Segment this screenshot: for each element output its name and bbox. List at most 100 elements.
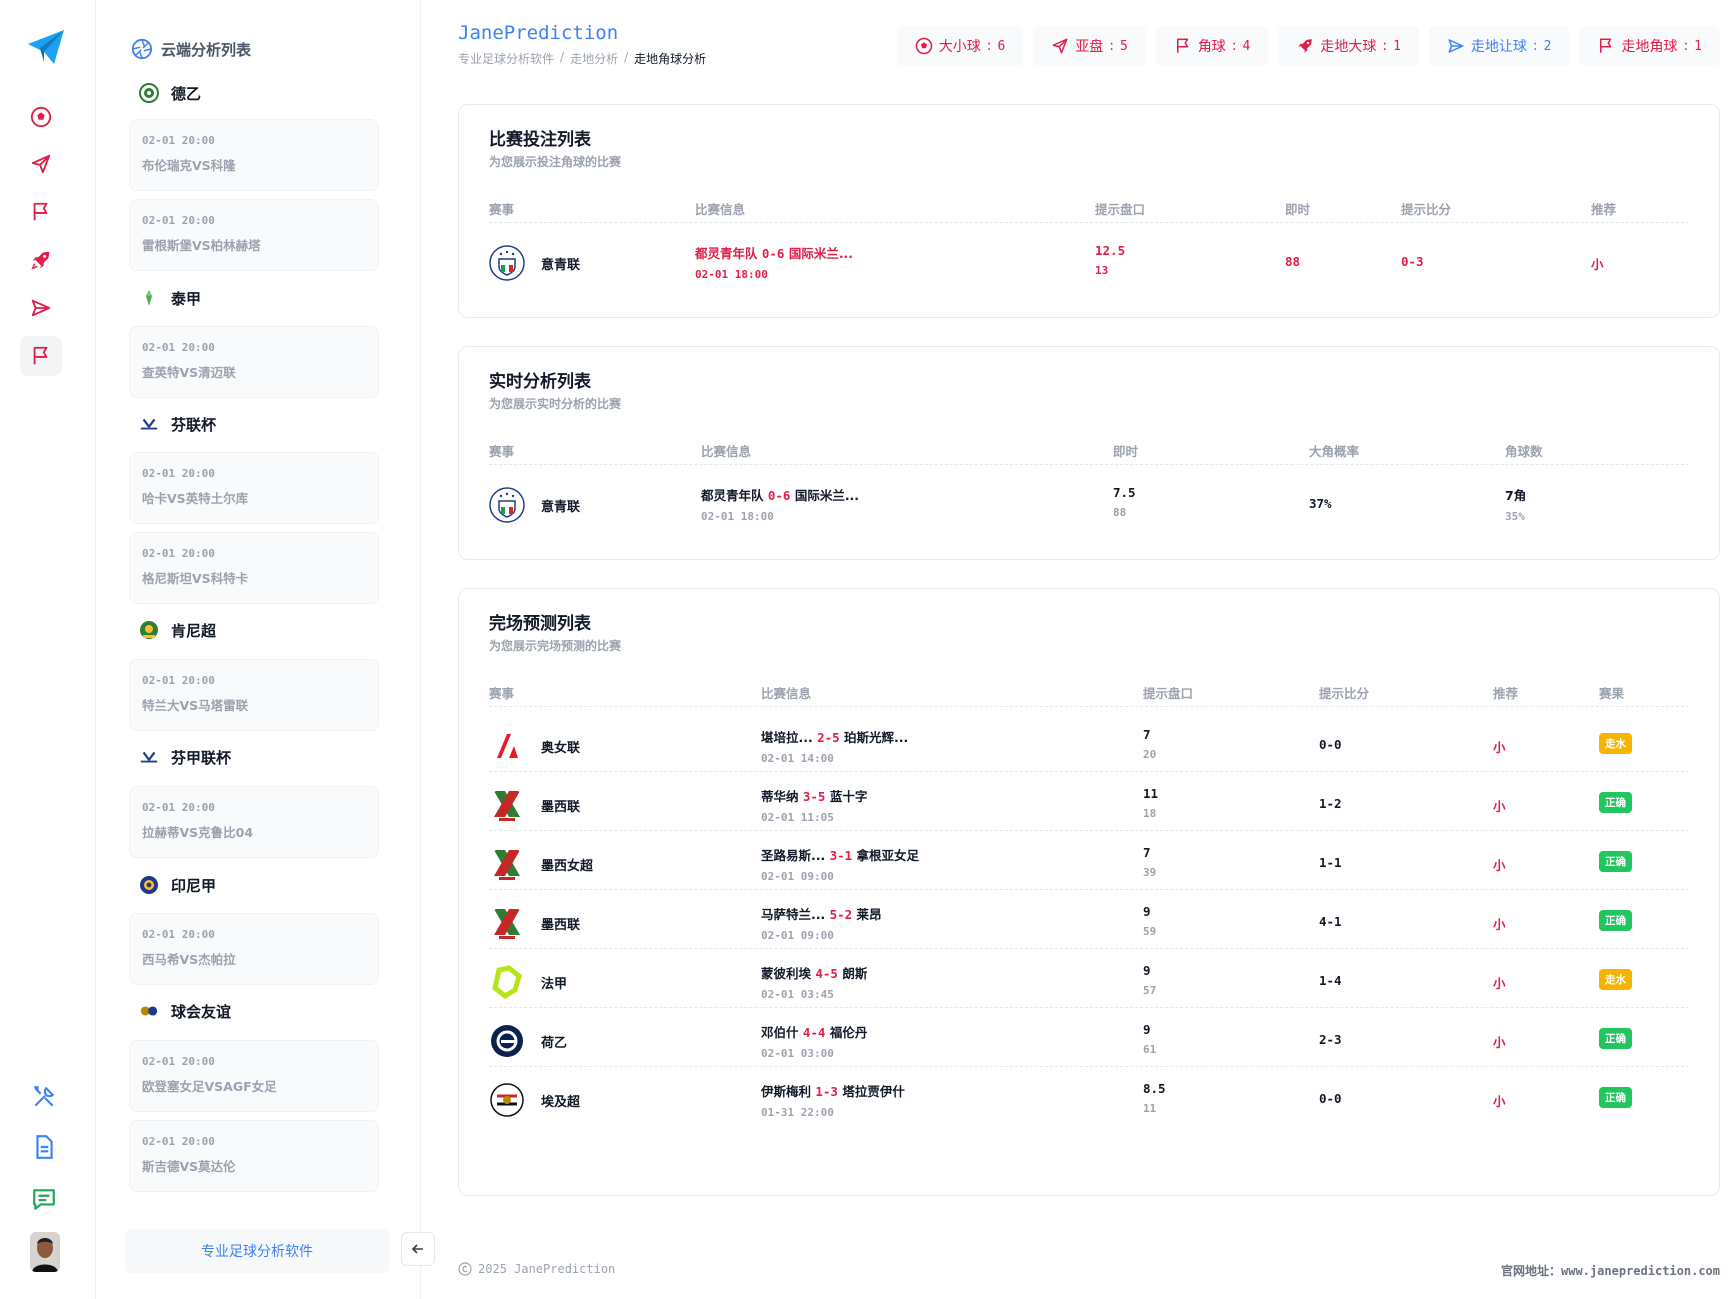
tip-score: 4-1 bbox=[1319, 914, 1342, 929]
card-subtitle: 为您展示投注角球的比赛 bbox=[489, 155, 622, 169]
match-info: 都灵青年队 0-6 国际米兰... 02-01 18:00 bbox=[701, 485, 859, 523]
league-item[interactable]: 泰甲 bbox=[139, 285, 201, 311]
breadcrumb-item[interactable]: 专业足球分析软件 bbox=[458, 50, 554, 67]
nav-asian-handicap[interactable] bbox=[20, 144, 62, 184]
away-team: 蓝十字 bbox=[829, 789, 868, 804]
league-item[interactable]: 肯尼超 bbox=[139, 617, 216, 643]
stat-pill-corners[interactable]: 角球:4 bbox=[1155, 26, 1269, 66]
home-team: 蒙彼利埃 bbox=[761, 966, 812, 981]
stat-pill-asian-handicap[interactable]: 亚盘:5 bbox=[1033, 26, 1146, 66]
tip-line: 9 61 bbox=[1143, 1022, 1156, 1056]
nav-soccer[interactable] bbox=[20, 97, 62, 137]
col-header: 比赛信息 bbox=[701, 444, 752, 459]
tip-score: 1-4 bbox=[1319, 973, 1342, 988]
table-row[interactable]: 墨西联 马萨特兰... 5-2 莱昂 02-01 09:00 9 59 4-1 … bbox=[489, 890, 1689, 949]
col-header: 提示比分 bbox=[1319, 686, 1370, 701]
ligue1-logo-icon bbox=[489, 964, 525, 1000]
live-value: 88 bbox=[1285, 254, 1301, 269]
match-teams: 查英特VS清迈联 bbox=[142, 365, 236, 380]
league-item[interactable]: 德乙 bbox=[139, 80, 201, 106]
table-row[interactable]: 意青联 都灵青年队 0-6 国际米兰... 02-01 18:00 12.5 1… bbox=[489, 229, 1689, 295]
line-sub: 57 bbox=[1143, 984, 1157, 997]
match-card[interactable]: 02-01 20:00 布伦瑞克VS科隆 bbox=[129, 119, 379, 191]
stat-label: 亚盘 bbox=[1075, 39, 1104, 55]
col-header: 即时 bbox=[1285, 202, 1311, 217]
line-sub: 59 bbox=[1143, 925, 1157, 938]
stat-pill-live-over[interactable]: 走地大球:1 bbox=[1278, 26, 1419, 66]
home-team: 都灵青年队 bbox=[695, 246, 758, 261]
league-item[interactable]: 芬联杯 bbox=[139, 411, 216, 437]
avatar[interactable] bbox=[30, 1232, 60, 1272]
recommendation: 小 bbox=[1493, 1035, 1506, 1050]
match-card[interactable]: 02-01 20:00 西马希VS杰帕拉 bbox=[129, 913, 379, 985]
league-item[interactable]: 印尼甲 bbox=[139, 872, 216, 898]
finnish-cup-logo-icon bbox=[139, 414, 159, 434]
liga-mx-femenil-logo-icon bbox=[489, 846, 525, 882]
match-card[interactable]: 02-01 20:00 哈卡VS英特土尔库 bbox=[129, 452, 379, 524]
league-sidebar: 云端分析列表 德乙 02-01 20:00 布伦瑞克VS科隆 02-01 20:… bbox=[97, 0, 435, 1299]
result-badge: 走水 bbox=[1599, 733, 1632, 754]
sidebar-footer-button[interactable]: 专业足球分析软件 bbox=[125, 1229, 389, 1273]
match-time: 02-01 03:45 bbox=[761, 988, 834, 1001]
stat-pill-live-handicap[interactable]: 走地让球:2 bbox=[1428, 26, 1570, 66]
match-teams: 布伦瑞克VS科隆 bbox=[142, 158, 236, 173]
match-card[interactable]: 02-01 20:00 欧登塞女足VSAGF女足 bbox=[129, 1040, 379, 1112]
site-url[interactable]: www.janeprediction.com bbox=[1561, 1264, 1720, 1278]
table-row[interactable]: 墨西女超 圣路易斯... 3-1 拿根亚女足 02-01 09:00 7 39 … bbox=[489, 831, 1689, 890]
brand-title[interactable]: JanePrediction bbox=[458, 22, 618, 44]
nav-live-handicap[interactable] bbox=[20, 288, 62, 328]
match-time: 02-01 20:00 bbox=[142, 674, 215, 687]
flag-icon bbox=[33, 202, 48, 221]
match-card[interactable]: 02-01 20:00 斯吉德VS莫达伦 bbox=[129, 1120, 379, 1192]
league-item[interactable]: 球会友谊 bbox=[139, 998, 231, 1024]
league-item[interactable]: 芬甲联杯 bbox=[139, 744, 231, 770]
recommendation: 小 bbox=[1493, 740, 1506, 755]
match-card[interactable]: 02-01 20:00 查英特VS清迈联 bbox=[129, 326, 379, 398]
tip-line: 7 20 bbox=[1143, 727, 1156, 761]
nav-live-corners[interactable] bbox=[20, 336, 62, 376]
full-list-card: 完场预测列表 为您展示完场预测的比赛 赛事 比赛信息 提示盘口 提示比分 推荐 … bbox=[458, 588, 1720, 1196]
breadcrumb-item[interactable]: 走地分析 bbox=[570, 50, 618, 67]
nav-live-over[interactable] bbox=[20, 240, 62, 280]
stat-count: 1 bbox=[1694, 38, 1702, 54]
document-icon[interactable] bbox=[31, 1134, 57, 1160]
away-team: 国际米兰... bbox=[794, 488, 860, 503]
table-row[interactable]: 荷乙 邓伯什 4-4 福伦丹 02-01 03:00 9 61 2-3 小 正确 bbox=[489, 1008, 1689, 1067]
table-row[interactable]: 埃及超 伊斯梅利 1-3 塔拉贾伊什 01-31 22:00 8.5 11 0-… bbox=[489, 1067, 1689, 1126]
match-time: 02-01 20:00 bbox=[142, 214, 215, 227]
stat-pill-over-under[interactable]: 大小球:6 bbox=[896, 26, 1024, 66]
away-team: 国际米兰... bbox=[788, 246, 854, 261]
thai-league-logo-icon bbox=[139, 288, 159, 308]
table-row[interactable]: 意青联 都灵青年队 0-6 国际米兰... 02-01 18:00 7.5 88… bbox=[489, 471, 1689, 537]
col-header: 推荐 bbox=[1493, 686, 1519, 701]
message-icon[interactable] bbox=[31, 1186, 57, 1212]
table-row[interactable]: 墨西联 蒂华纳 3-5 蓝十字 02-01 11:05 11 18 1-2 小 … bbox=[489, 772, 1689, 831]
card-title: 比赛投注列表 bbox=[489, 130, 591, 150]
match-card[interactable]: 02-01 20:00 拉赫蒂VS克鲁比04 bbox=[129, 786, 379, 858]
stat-count: 2 bbox=[1543, 38, 1552, 54]
eerste-divisie-logo-icon bbox=[489, 1023, 525, 1059]
table-row[interactable]: 法甲 蒙彼利埃 4-5 朗斯 02-01 03:45 9 57 1-4 小 走水 bbox=[489, 949, 1689, 1008]
live-value: 7.5 bbox=[1113, 485, 1136, 500]
table-row[interactable]: 奥女联 堪培拉... 2-5 珀斯光辉... 02-01 14:00 7 20 … bbox=[489, 713, 1689, 772]
match-card[interactable]: 02-01 20:00 特兰大VS马塔雷联 bbox=[129, 659, 379, 731]
score: 3-5 bbox=[802, 789, 826, 804]
main-content: JanePrediction 专业足球分析软件 / 走地分析 / 走地角球分析 大小… bbox=[458, 0, 1720, 1299]
collapse-sidebar-button[interactable] bbox=[401, 1232, 435, 1266]
league-name: 泰甲 bbox=[171, 289, 202, 308]
match-card[interactable]: 02-01 20:00 格尼斯坦VS科特卡 bbox=[129, 532, 379, 604]
score: 3-1 bbox=[829, 848, 853, 863]
line-value: 7 bbox=[1143, 845, 1151, 860]
league-name: 埃及超 bbox=[541, 1095, 581, 1110]
tools-icon[interactable] bbox=[31, 1084, 57, 1110]
paper-plane-logo-icon[interactable] bbox=[26, 28, 66, 66]
a-league-women-logo-icon bbox=[489, 728, 525, 764]
match-info: 伊斯梅利 1-3 塔拉贾伊什 01-31 22:00 bbox=[761, 1081, 905, 1119]
sidebar-title: 云端分析列表 bbox=[161, 40, 252, 59]
stat-pill-live-corners[interactable]: 走地角球:1 bbox=[1579, 26, 1720, 66]
nav-corners[interactable] bbox=[20, 192, 62, 232]
flag-icon bbox=[1600, 38, 1612, 53]
stat-label: 走地大球 bbox=[1320, 39, 1377, 55]
match-card[interactable]: 02-01 20:00 雷根斯堡VS柏林赫塔 bbox=[129, 199, 379, 271]
league-name: 墨西联 bbox=[541, 918, 581, 933]
